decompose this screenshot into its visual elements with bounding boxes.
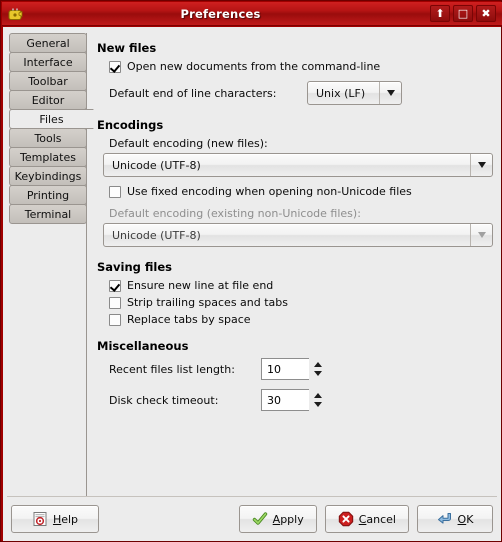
ok-button[interactable]: OK	[417, 505, 493, 533]
geany-icon	[7, 5, 25, 23]
section-title-encodings: Encodings	[97, 118, 164, 132]
shade-button[interactable]: ⬆	[430, 5, 450, 22]
checkbox-label: Replace tabs by space	[127, 313, 251, 326]
ok-button-label: OK	[457, 512, 474, 526]
sidebar-item-files[interactable]: Files	[9, 109, 94, 129]
dialog-action-area: Help Apply Cancel OK	[3, 497, 501, 541]
checkbox-label: Strip trailing spaces and tabs	[127, 296, 289, 309]
close-button[interactable]: ✖	[476, 5, 496, 22]
chevron-down-icon	[470, 224, 492, 246]
encoding-new-label: Default encoding (new files):	[109, 137, 268, 150]
spinner-up-icon[interactable]	[314, 393, 322, 398]
enter-arrow-icon	[437, 511, 453, 527]
checkbox-open-new-documents-from-command-line[interactable]: Open new documents from the command-line	[109, 60, 493, 73]
spinner-buttons	[309, 358, 324, 380]
checkbox-box	[109, 296, 121, 309]
checkbox-box	[109, 185, 121, 198]
title-bar[interactable]: Preferences ⬆ □ ✖	[2, 2, 502, 26]
preferences-body: General Interface Toolbar Editor Files T…	[3, 27, 501, 496]
section-title-new-files: New files	[97, 41, 157, 55]
recent-files-spinner[interactable]: 10	[261, 358, 324, 380]
recent-files-row: Recent files list length: 10	[109, 358, 493, 380]
help-button[interactable]: Help	[11, 505, 99, 533]
checkbox-label: Ensure new line at file end	[127, 279, 274, 292]
sidebar-item-label: Files	[39, 112, 64, 126]
recent-files-label: Recent files list length:	[109, 362, 235, 376]
chevron-down-icon	[379, 82, 401, 104]
sidebar-item-label: Tools	[34, 131, 62, 145]
sidebar-item-label: Interface	[23, 55, 73, 69]
window-title: Preferences	[180, 6, 261, 21]
spinner-down-icon[interactable]	[314, 371, 322, 376]
sidebar-item-label: Editor	[31, 93, 65, 107]
checkbox-box	[109, 60, 121, 73]
checkbox-box	[109, 313, 121, 326]
stop-icon	[338, 511, 354, 527]
eol-combobox-value: Unix (LF)	[316, 86, 366, 100]
sidebar-item-editor[interactable]: Editor	[9, 90, 87, 110]
section-title-saving-files: Saving files	[97, 260, 173, 274]
checkbox-ensure-new-line-at-file-end[interactable]: Ensure new line at file end	[109, 279, 493, 292]
spinner-buttons	[309, 389, 324, 411]
sidebar-item-templates[interactable]: Templates	[9, 147, 87, 167]
disk-check-input[interactable]: 30	[261, 389, 309, 411]
eol-label: Default end of line characters:	[109, 86, 277, 100]
apply-button[interactable]: Apply	[238, 505, 317, 533]
spinner-up-icon[interactable]	[314, 362, 322, 367]
sidebar-item-keybindings[interactable]: Keybindings	[9, 166, 87, 186]
help-icon	[32, 511, 48, 527]
encoding-existing-label: Default encoding (existing non-Unicode f…	[109, 207, 361, 220]
sidebar-item-general[interactable]: General	[9, 33, 87, 53]
encoding-existing-combobox[interactable]: Unicode (UTF-8)	[103, 223, 493, 247]
apply-button-label: Apply	[272, 512, 304, 526]
encoding-new-label-wrap: Default encoding (new files):	[109, 137, 493, 150]
encoding-existing-label-wrap: Default encoding (existing non-Unicode f…	[109, 207, 493, 220]
cancel-button-label: Cancel	[358, 512, 396, 526]
chevron-down-icon	[470, 154, 492, 176]
checkbox-label: Use fixed encoding when opening non-Unic…	[127, 185, 412, 198]
disk-check-row: Disk check timeout: 30	[109, 389, 493, 411]
preferences-window: Preferences ⬆ □ ✖ General Interface Tool…	[0, 0, 502, 542]
encoding-new-value: Unicode (UTF-8)	[112, 158, 201, 172]
help-button-label: Help	[52, 512, 79, 526]
sidebar-item-label: Printing	[26, 188, 70, 202]
check-icon	[252, 511, 268, 527]
section-title-miscellaneous: Miscellaneous	[97, 339, 189, 353]
cancel-button[interactable]: Cancel	[324, 505, 409, 533]
eol-row: Default end of line characters: Unix (LF…	[109, 81, 493, 105]
sidebar-item-tools[interactable]: Tools	[9, 128, 87, 148]
sidebar-item-label: General	[26, 36, 70, 50]
checkbox-use-fixed-encoding[interactable]: Use fixed encoding when opening non-Unic…	[109, 185, 493, 198]
sidebar-item-printing[interactable]: Printing	[9, 185, 87, 205]
sidebar-item-label: Keybindings	[14, 169, 82, 183]
eol-combobox[interactable]: Unix (LF)	[307, 81, 402, 105]
recent-files-input[interactable]: 10	[261, 358, 309, 380]
encoding-new-combobox[interactable]: Unicode (UTF-8)	[103, 153, 493, 177]
encoding-existing-value: Unicode (UTF-8)	[112, 228, 201, 242]
sidebar-item-terminal[interactable]: Terminal	[9, 204, 87, 224]
disk-check-label: Disk check timeout:	[109, 393, 219, 407]
category-tab-list: General Interface Toolbar Editor Files T…	[3, 33, 94, 496]
sidebar-item-interface[interactable]: Interface	[9, 52, 87, 72]
checkbox-strip-trailing-spaces-and-tabs[interactable]: Strip trailing spaces and tabs	[109, 296, 493, 309]
checkbox-replace-tabs-by-space[interactable]: Replace tabs by space	[109, 313, 493, 326]
window-controls: ⬆ □ ✖	[430, 5, 496, 22]
maximize-button[interactable]: □	[453, 5, 473, 22]
checkbox-box	[109, 279, 121, 292]
disk-check-spinner[interactable]: 30	[261, 389, 324, 411]
checkbox-label: Open new documents from the command-line	[127, 60, 381, 73]
sidebar-item-label: Toolbar	[28, 74, 68, 88]
dialog-client-area: General Interface Toolbar Editor Files T…	[3, 27, 501, 541]
sidebar-item-label: Templates	[20, 150, 76, 164]
sidebar-item-label: Terminal	[24, 207, 72, 221]
sidebar-item-toolbar[interactable]: Toolbar	[9, 71, 87, 91]
spinner-down-icon[interactable]	[314, 402, 322, 407]
files-settings-page: New files Open new documents from the co…	[86, 33, 501, 496]
